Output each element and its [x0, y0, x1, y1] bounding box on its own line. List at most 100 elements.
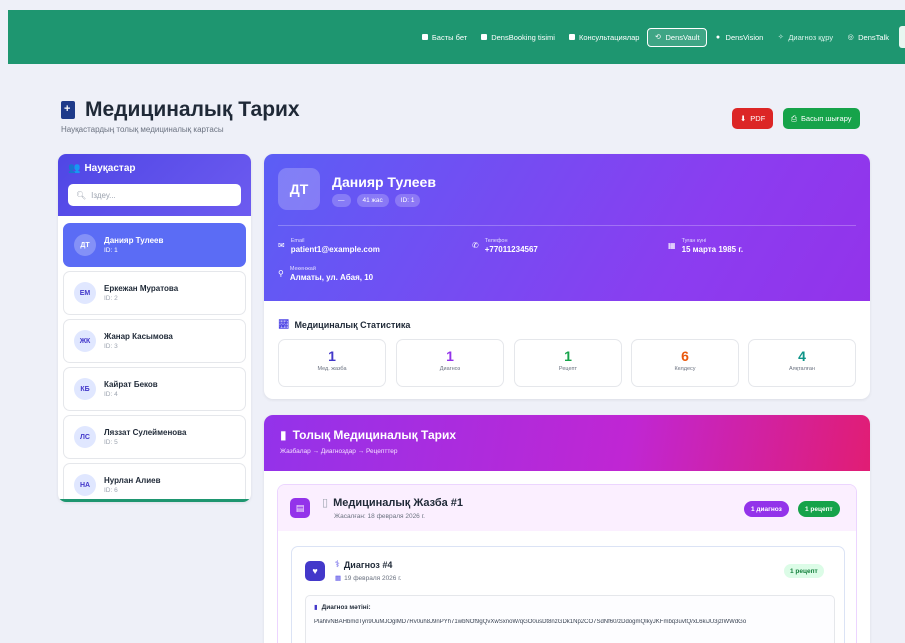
- nav-item-home[interactable]: Басты бет: [416, 29, 473, 46]
- address-label: Мекенжай: [289, 266, 316, 272]
- print-button-label: Басып шығару: [801, 114, 852, 123]
- square-icon: [568, 34, 575, 40]
- map-pin-icon: ⚲: [278, 269, 284, 278]
- vault-icon: ⟲: [655, 34, 661, 41]
- medical-file-icon: [61, 101, 75, 119]
- stat-value: 6: [681, 348, 689, 364]
- diagnosis-text-box: ▮ Диагноз мәтіні: PlahlvNBAHbmdTyn9UuMJO…: [305, 595, 835, 643]
- patient-name: Кайрат Беков: [104, 380, 158, 389]
- sidebar-title-text: Науқастар: [84, 163, 136, 174]
- patient-item[interactable]: ЛС Ляззат Сулейменова ID: 5: [63, 415, 246, 459]
- stats-title: 📈︎ Медициналық Статистика: [278, 319, 410, 330]
- download-icon: ⬇: [740, 114, 747, 123]
- search-icon: 🔍︎: [76, 190, 87, 200]
- patient-name: Ляззат Сулейменова: [104, 428, 187, 437]
- address-info: ⚲ Мекенжай Алматы, ул. Абая, 10: [278, 266, 373, 282]
- page-title-text: Медициналық Тарих: [85, 98, 300, 121]
- nav-item-label: DensBooking tisimi: [491, 32, 555, 42]
- patient-list: ДТ Данияр Тулеев ID: 1 ЕМ Еркежан Муратов…: [58, 216, 251, 502]
- diagnosis-text-value: PlahlvNBAHbmdTyn9UuMJOglMD7Rv0uh8J9nPYh7…: [314, 619, 747, 625]
- nav-item-create-diagnosis[interactable]: ✧ Диагноз құру: [771, 29, 839, 46]
- avatar: ЖК: [74, 330, 96, 352]
- calendar-icon: ▦: [668, 241, 676, 250]
- magic-icon: ✧: [777, 34, 784, 41]
- search-input[interactable]: 🔍︎ Іздеу...: [68, 184, 241, 206]
- birthdate-label: Туған күні: [681, 238, 707, 244]
- patient-id: ID: 4: [104, 391, 118, 398]
- phone-label: Телефон: [484, 238, 508, 244]
- patient-name: Жанар Касымова: [104, 332, 173, 341]
- nav-item-densvision[interactable]: ● DensVision: [709, 29, 770, 46]
- birthdate-info: ▦ Туған күні 15 марта 1985 г.: [668, 238, 743, 254]
- patient-name: Нурлан Алиев: [104, 476, 161, 485]
- stethoscope-small-icon: ⚕: [335, 559, 340, 569]
- medical-record-card[interactable]: ▤ ▯ Медициналық Жазба #1 Жасалған: 18 фе…: [277, 484, 857, 643]
- address-value: Алматы, ул. Абая, 10: [289, 273, 374, 282]
- stat-label: Аяқталған: [789, 366, 815, 372]
- nav-item-label: Консультациялар: [578, 32, 640, 42]
- print-button[interactable]: ⎙ Басып шығару: [783, 108, 860, 129]
- stat-card-completed: 4 Аяқталған: [748, 339, 856, 387]
- stats-title-text: Медициналық Статистика: [294, 319, 411, 330]
- avatar: ДТ: [278, 168, 320, 210]
- nav-item-label: Диагноз құру: [788, 32, 834, 42]
- stat-value: 4: [798, 348, 806, 364]
- nav-item-denstalk[interactable]: ◎ DensTalk: [841, 29, 895, 46]
- patient-item[interactable]: ЖК Жанар Касымова ID: 3: [63, 319, 246, 363]
- pdf-button[interactable]: ⬇ PDF: [732, 108, 774, 129]
- patient-full-name: Данияр Тулеев: [332, 174, 436, 190]
- sidebar-scroll-indicator: [58, 499, 251, 502]
- patient-id: ID: 5: [104, 439, 118, 446]
- history-subtitle: Жазбалар → Диагноздар → Рецепттер: [280, 448, 398, 455]
- stat-label: Келдесу: [674, 366, 696, 372]
- age-badge: 41 жас: [356, 194, 389, 207]
- users-icon: 👥: [68, 163, 81, 174]
- diagnosis-title: ⚕ Диагноз #4: [335, 559, 392, 570]
- patient-card: ДТ Данияр Тулеев — 41 жас ID: 1 ✉ Email p…: [264, 154, 870, 399]
- patient-id: ID: 3: [104, 343, 118, 350]
- stat-value: 1: [564, 348, 572, 364]
- stat-label: Диагноз: [439, 366, 461, 372]
- phone-value: +77011234567: [484, 245, 538, 254]
- sidebar-title: 👥 Науқастар: [68, 163, 241, 174]
- square-icon: [481, 34, 488, 40]
- nav-item-densvault[interactable]: ⟲ DensVault: [647, 27, 707, 47]
- eye-icon: ●: [715, 33, 721, 41]
- nav-item-consultations[interactable]: Консультациялар: [563, 29, 646, 46]
- calendar-icon: ▦: [335, 575, 342, 582]
- patient-id: ID: 1: [104, 247, 118, 254]
- file-icon: ▮: [314, 604, 318, 611]
- divider: [278, 225, 856, 226]
- diagnosis-text-label-text: Диагноз мәтіні:: [321, 603, 371, 611]
- nav-item-label: Басты бет: [431, 32, 468, 42]
- stat-card-prescriptions: 1 Рецепт: [514, 339, 622, 387]
- patient-item[interactable]: ЕМ Еркежан Муратова ID: 2: [63, 271, 246, 315]
- patients-sidebar: 👥 Науқастар 🔍︎ Іздеу... ДТ Данияр Тулеев I…: [58, 154, 251, 502]
- diagnosis-text-label: ▮ Диагноз мәтіні:: [314, 603, 826, 612]
- email-info: ✉ Email patient1@example.com: [278, 238, 380, 254]
- email-label: Email: [290, 238, 305, 244]
- medical-file-icon: ▮: [280, 428, 287, 442]
- patient-item[interactable]: КБ Кайрат Беков ID: 4: [63, 367, 246, 411]
- record-title: ▯ Медициналық Жазба #1: [322, 496, 463, 510]
- nav-item-label: DensVision: [725, 32, 764, 42]
- avatar: ЛС: [74, 426, 96, 448]
- diagnosis-date-text: 19 февраля 2026 г.: [344, 574, 402, 582]
- history-title: ▮ Толық Медициналық Тарих: [280, 428, 854, 442]
- stethoscope-icon: ♥: [305, 561, 325, 581]
- gender-badge: —: [332, 194, 351, 207]
- patient-item[interactable]: ДТ Данияр Тулеев ID: 1: [63, 223, 246, 267]
- patient-item[interactable]: НА Нурлан Алиев ID: 6: [63, 463, 246, 502]
- page-title: Медициналық Тарих: [61, 98, 300, 122]
- stat-label: Мед. жазба: [317, 366, 347, 372]
- nav-item-densbooking[interactable]: DensBooking tisimi: [475, 29, 561, 46]
- id-badge: ID: 1: [394, 194, 421, 207]
- avatar: ЕМ: [74, 282, 96, 304]
- patient-name: Данияр Тулеев: [104, 236, 164, 245]
- diagnosis-title-text: Диагноз #4: [343, 559, 393, 570]
- diagnosis-card[interactable]: ♥ ⚕ Диагноз #4 ▦ 19 февраля 2026 г. 1 ре…: [291, 546, 845, 643]
- navbar-edge: [899, 26, 905, 48]
- patient-name: Еркежан Муратова: [104, 284, 179, 293]
- square-icon: [421, 34, 428, 40]
- nav-item-label: DensTalk: [858, 32, 889, 42]
